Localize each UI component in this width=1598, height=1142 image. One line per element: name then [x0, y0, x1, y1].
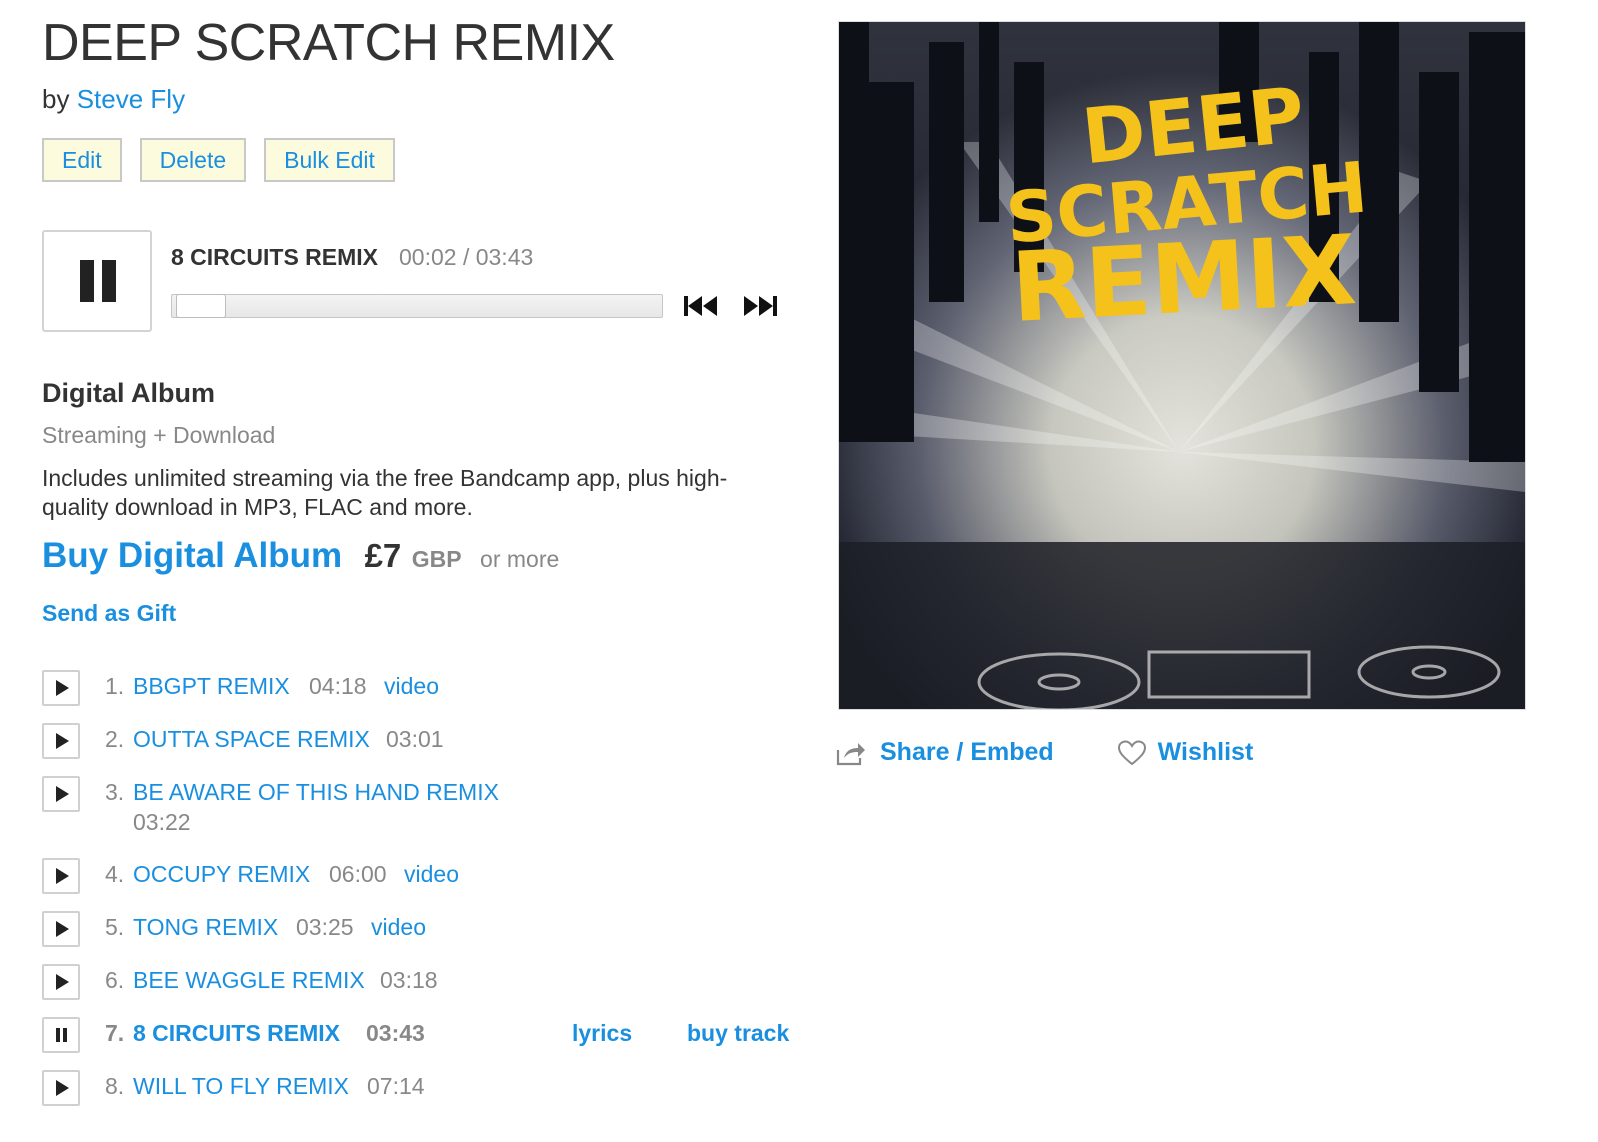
play-icon [56, 786, 69, 802]
track-list: 1. BBGPT REMIX 04:18 video 2. OUTTA SPAC… [42, 668, 812, 1121]
track-play-button[interactable] [42, 858, 80, 894]
price: £7 [364, 537, 402, 574]
track-duration: 03:01 [386, 726, 444, 752]
track-title-link[interactable]: BBGPT REMIX [133, 673, 290, 700]
buy-digital-album-link[interactable]: Buy Digital Album [42, 536, 342, 575]
byline: by Steve Fly [42, 82, 802, 116]
track-row: 1. BBGPT REMIX 04:18 video [42, 668, 812, 721]
heart-icon[interactable] [1117, 739, 1146, 766]
track-play-button[interactable] [42, 964, 80, 1000]
currency: GBP [411, 546, 462, 572]
by-prefix: by [42, 84, 70, 114]
progress-bar[interactable] [171, 294, 663, 318]
track-duration: 07:14 [367, 1073, 425, 1099]
track-play-button[interactable] [42, 776, 80, 812]
admin-toolbar: Edit Delete Bulk Edit [42, 138, 413, 182]
pause-icon-bar-left [80, 260, 94, 302]
album-info-column: DEEP SCRATCH REMIX by Steve Fly Edit Del… [42, 12, 802, 1106]
track-row: 2. OUTTA SPACE REMIX 03:01 [42, 721, 812, 774]
now-playing-title: 8 CIRCUITS REMIX [171, 244, 379, 270]
track-title-link[interactable]: BEE WAGGLE REMIX [133, 967, 365, 994]
progress-thumb[interactable] [176, 294, 226, 318]
track-number: 6. [105, 967, 125, 993]
now-playing-time: 00:02 / 03:43 [399, 244, 534, 270]
track-play-button[interactable] [42, 723, 80, 759]
track-lyrics-link[interactable]: lyrics [572, 1020, 632, 1047]
purchase-subheading: Streaming + Download [42, 422, 276, 448]
play-icon [56, 868, 69, 884]
next-track-icon[interactable] [742, 294, 778, 318]
previous-track-icon[interactable] [683, 294, 719, 318]
track-number: 4. [105, 861, 125, 887]
purchase-description: Includes unlimited streaming via the fre… [42, 465, 728, 520]
track-number: 8. [105, 1073, 125, 1099]
album-artwork[interactable]: DEEP SCRATCH REMIX [838, 21, 1526, 710]
track-title-link[interactable]: OCCUPY REMIX [133, 861, 310, 888]
share-wishlist-row: Share / Embed Wishlist [836, 738, 1253, 767]
pause-icon-bar-right [102, 260, 116, 302]
track-number: 5. [105, 914, 125, 940]
track-video-link[interactable]: video [371, 914, 426, 941]
track-duration: 03:22 [133, 809, 191, 835]
track-row: 5. TONG REMIX 03:25 video [42, 909, 812, 962]
share-embed-link[interactable]: Share / Embed [880, 738, 1054, 767]
purchase-heading: Digital Album [42, 378, 215, 408]
album-page: DEEP SCRATCH REMIX by Steve Fly Edit Del… [0, 0, 1598, 1142]
track-row: 3. BE AWARE OF THIS HAND REMIX 03:22 [42, 774, 812, 856]
play-icon [56, 921, 69, 937]
play-icon [56, 1080, 69, 1096]
track-title-link[interactable]: TONG REMIX [133, 914, 278, 941]
track-title-link[interactable]: BE AWARE OF THIS HAND REMIX [133, 779, 499, 806]
track-play-button[interactable] [42, 911, 80, 947]
track-row-playing: 7. 8 CIRCUITS REMIX 03:43 lyrics buy tra… [42, 1015, 812, 1068]
track-play-button[interactable] [42, 670, 80, 706]
album-artwork-image: DEEP SCRATCH REMIX [839, 22, 1525, 709]
send-as-gift-link[interactable]: Send as Gift [42, 600, 176, 627]
artwork-text-line-3: REMIX [1009, 214, 1359, 344]
pause-icon-bar-left [56, 1028, 60, 1042]
track-title-link[interactable]: 8 CIRCUITS REMIX [133, 1020, 340, 1047]
track-video-link[interactable]: video [404, 861, 459, 888]
bulk-edit-button[interactable]: Bulk Edit [264, 138, 395, 182]
track-pause-button[interactable] [42, 1017, 80, 1053]
edit-button[interactable]: Edit [42, 138, 122, 182]
track-row: 6. BEE WAGGLE REMIX 03:18 [42, 962, 812, 1015]
delete-button[interactable]: Delete [139, 138, 247, 182]
track-number: 7. [105, 1020, 125, 1046]
play-icon [56, 974, 69, 990]
track-title-link[interactable]: WILL TO FLY REMIX [133, 1073, 349, 1100]
track-number: 2. [105, 726, 125, 752]
track-row: 4. OCCUPY REMIX 06:00 video [42, 856, 812, 909]
buy-row: Buy Digital Album £7 GBP or more [42, 536, 559, 576]
track-duration: 03:18 [380, 967, 438, 993]
track-duration: 03:25 [296, 914, 354, 940]
track-title-link[interactable]: OUTTA SPACE REMIX [133, 726, 370, 753]
artist-link[interactable]: Steve Fly [77, 84, 185, 114]
track-number: 1. [105, 673, 125, 699]
pause-button[interactable] [42, 230, 152, 332]
album-title: DEEP SCRATCH REMIX [42, 14, 615, 72]
buy-track-link[interactable]: buy track [687, 1020, 789, 1047]
or-more-label: or more [480, 546, 560, 572]
track-video-link[interactable]: video [384, 673, 439, 700]
wishlist-link[interactable]: Wishlist [1158, 738, 1254, 767]
track-row: 8. WILL TO FLY REMIX 07:14 [42, 1068, 812, 1121]
track-number: 3. [105, 779, 125, 805]
track-duration: 06:00 [329, 861, 387, 887]
track-duration: 03:43 [366, 1020, 425, 1046]
play-icon [56, 733, 69, 749]
pause-icon-bar-right [63, 1028, 67, 1042]
audio-player: 8 CIRCUITS REMIX 00:02 / 03:43 [42, 230, 802, 334]
track-duration: 04:18 [309, 673, 367, 699]
track-play-button[interactable] [42, 1070, 80, 1106]
play-icon [56, 680, 69, 696]
share-icon[interactable] [836, 740, 866, 766]
